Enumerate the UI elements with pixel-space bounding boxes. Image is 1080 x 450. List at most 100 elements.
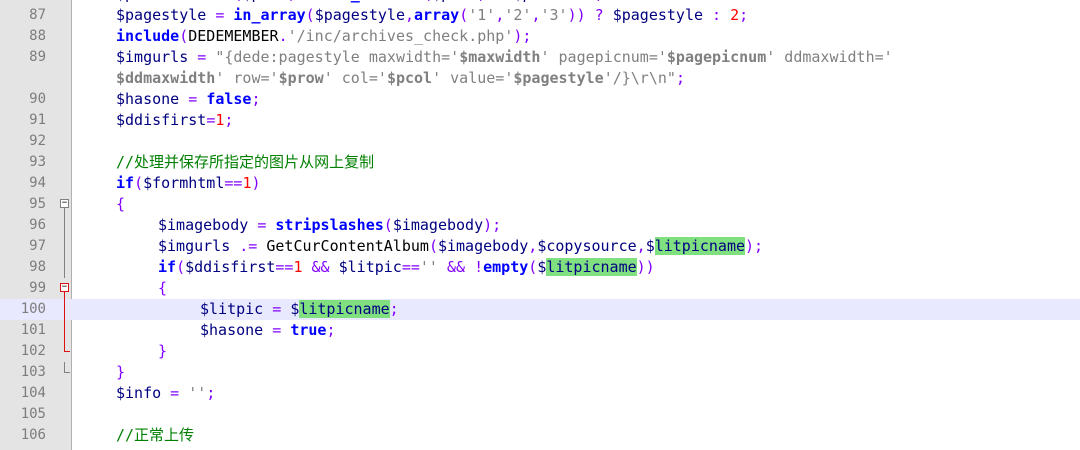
code-token: ' value=' — [432, 69, 514, 87]
code-line[interactable]: 95− { — [0, 194, 1080, 215]
code-token: $pcol — [432, 0, 477, 3]
code-token: $pagestyle — [314, 6, 405, 24]
code-line[interactable]: 92 — [0, 131, 1080, 152]
code-line[interactable]: 106 //正常上传 — [0, 425, 1080, 446]
code-token: = — [188, 48, 216, 66]
code-token: false — [206, 90, 252, 108]
code-token: = — [206, 111, 216, 129]
code-token: 2 — [730, 6, 740, 24]
code-token: ); — [483, 216, 502, 234]
code-token: .= — [230, 237, 267, 255]
code-text[interactable]: include(DEDEMEMBER.'/inc/archives_check.… — [116, 26, 531, 47]
code-token: == — [275, 258, 294, 276]
code-text[interactable]: $info = ''; — [116, 383, 215, 404]
code-editor[interactable]: 86$pcol = isset($pcol) && is_numeric($pc… — [0, 0, 1080, 450]
code-text[interactable]: if($formhtml==1) — [116, 173, 261, 194]
code-line[interactable]: $ddmaxwidth' row='$prow' col='$pcol' val… — [0, 68, 1080, 89]
fold-toggle-icon[interactable]: − — [60, 194, 71, 215]
code-token: '' — [419, 258, 438, 276]
code-token: $ddisfirst — [185, 258, 276, 276]
line-number: 105 — [20, 406, 46, 422]
code-token: $litpic — [338, 258, 402, 276]
code-token: '/inc/archives_check.php' — [287, 27, 514, 45]
code-text[interactable]: $hasone = true; — [200, 320, 335, 341]
code-text[interactable]: } — [158, 341, 167, 362]
code-token: isset — [188, 0, 233, 3]
code-token: $imgurls — [116, 48, 189, 66]
code-text[interactable]: $hasone = false; — [116, 89, 261, 110]
code-token: $ddisfirst — [116, 111, 207, 129]
code-text[interactable]: } — [116, 362, 125, 383]
code-token: $imgurls — [158, 237, 231, 255]
code-token: "{dede:pagestyle maxwidth=' — [215, 48, 460, 66]
code-lines[interactable]: 86$pcol = isset($pcol) && is_numeric($pc… — [0, 0, 1080, 446]
code-text[interactable]: $ddmaxwidth' row='$prow' col='$pcol' val… — [116, 68, 685, 89]
code-token: : — [703, 6, 731, 24]
code-line[interactable]: 93 //处理并保存所指定的图片从网上复制 — [0, 152, 1080, 173]
code-line[interactable]: 97 $imgurls .= GetCurContentAlbum($imageb… — [0, 236, 1080, 257]
line-number: 97 — [29, 238, 46, 254]
code-text[interactable]: $pagestyle = in_array($pagestyle,array('… — [116, 5, 748, 26]
code-token: == — [224, 174, 243, 192]
code-text[interactable]: $ddisfirst=1; — [116, 110, 233, 131]
code-text[interactable]: //处理并保存所指定的图片从网上复制 — [116, 152, 374, 173]
code-token: '/}\r\n" — [603, 69, 676, 87]
code-text[interactable]: //正常上传 — [116, 425, 194, 446]
code-text[interactable]: { — [158, 278, 167, 299]
code-token: $pagestyle — [612, 6, 704, 24]
code-line[interactable]: 98 if($ddisfirst==1 && $litpic=='' && !em… — [0, 257, 1080, 278]
line-number: 103 — [20, 364, 46, 380]
code-token: ; — [251, 90, 261, 108]
code-line[interactable]: 104 $info = ''; — [0, 383, 1080, 404]
code-line[interactable]: 96 $imagebody = stripslashes($imagebody); — [0, 215, 1080, 236]
line-number: 89 — [29, 49, 46, 65]
line-number: 87 — [29, 7, 46, 23]
code-token: $pcol — [386, 69, 433, 87]
code-line[interactable]: 88 include(DEDEMEMBER.'/inc/archives_chec… — [0, 26, 1080, 47]
code-line[interactable]: 87 $pagestyle = in_array($pagestyle,array… — [0, 5, 1080, 26]
code-line[interactable]: 105 — [0, 404, 1080, 425]
code-line[interactable]: 89 $imgurls = "{dede:pagestyle maxwidth='… — [0, 47, 1080, 68]
code-text[interactable]: $imgurls = "{dede:pagestyle maxwidth='$m… — [116, 47, 893, 68]
line-number: 95 — [29, 196, 46, 212]
code-token: = — [206, 6, 234, 24]
code-token: ( — [383, 216, 393, 234]
code-text[interactable]: { — [116, 194, 125, 215]
code-text[interactable]: if($ddisfirst==1 && $litpic=='' && !empt… — [158, 257, 655, 278]
code-text[interactable]: $litpic = $litpicname; — [200, 299, 399, 320]
code-token: ); — [513, 27, 532, 45]
code-token: ); — [745, 237, 764, 255]
code-text[interactable]: $imagebody = stripslashes($imagebody); — [158, 215, 501, 236]
code-token: )) — [636, 258, 655, 276]
code-token: = — [161, 0, 188, 3]
code-token: $pagestyle — [513, 69, 604, 87]
line-number: 106 — [20, 427, 46, 443]
code-token: ; — [224, 111, 234, 129]
code-token: && ! — [437, 258, 484, 276]
code-line[interactable]: 101 $hasone = true; — [0, 320, 1080, 341]
code-line[interactable]: 91 $ddisfirst=1; — [0, 110, 1080, 131]
code-line[interactable]: 99− { — [0, 278, 1080, 299]
code-token: include — [116, 27, 180, 45]
code-token: $pcol — [116, 0, 161, 3]
code-token: { — [116, 195, 126, 213]
code-text[interactable]: $imgurls .= GetCurContentAlbum($imagebod… — [158, 236, 763, 257]
code-token: ( — [134, 174, 144, 192]
code-token: ; — [389, 300, 399, 318]
code-token: ( — [176, 258, 186, 276]
line-number: 90 — [29, 91, 46, 107]
code-token: . — [278, 27, 288, 45]
code-token: , — [405, 6, 415, 24]
line-number: 100 — [20, 301, 46, 317]
fold-toggle-icon[interactable]: − — [60, 278, 71, 299]
code-token: $hasone — [116, 90, 180, 108]
code-line[interactable]: 90 $hasone = false; — [0, 89, 1080, 110]
code-line[interactable]: 94 if($formhtml==1) — [0, 173, 1080, 194]
code-token: ; — [595, 0, 604, 3]
code-line[interactable]: 100 $litpic = $litpicname; — [0, 299, 1080, 320]
code-line[interactable]: 102} — [0, 341, 1080, 362]
code-token: = — [161, 384, 189, 402]
code-token: , — [636, 237, 646, 255]
code-line[interactable]: 103} — [0, 362, 1080, 383]
line-number: 104 — [20, 385, 46, 401]
